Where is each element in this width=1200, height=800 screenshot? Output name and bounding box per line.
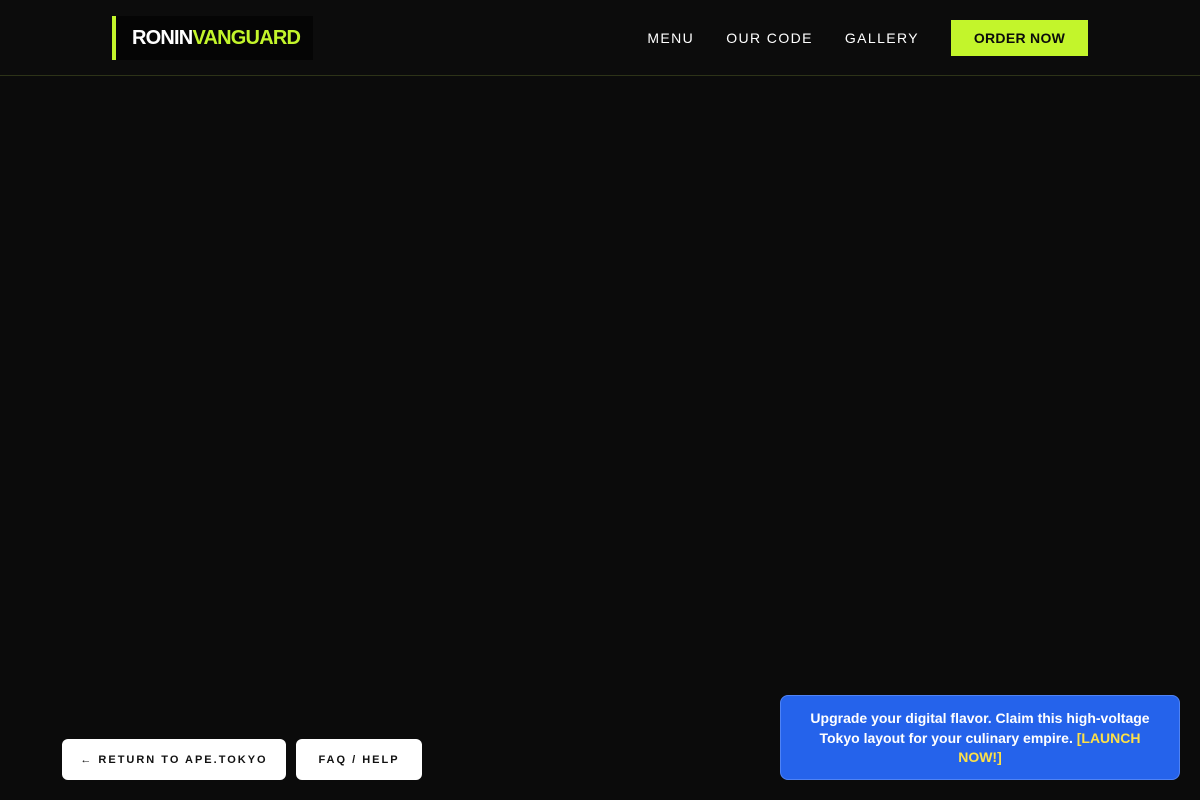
promo-banner: Upgrade your digital flavor. Claim this … — [780, 695, 1180, 780]
logo-text-vanguard: VANGUARD — [192, 26, 301, 49]
order-now-button[interactable]: ORDER NOW — [951, 20, 1088, 56]
nav-link-menu[interactable]: MENU — [647, 30, 694, 46]
main-nav: MENU OUR CODE GALLERY ORDER NOW — [647, 20, 1088, 56]
site-header: RONIN VANGUARD MENU OUR CODE GALLERY ORDE… — [0, 0, 1200, 76]
faq-help-button[interactable]: FAQ / HELP — [296, 739, 422, 780]
nav-link-gallery[interactable]: GALLERY — [845, 30, 919, 46]
logo-text-ronin: RONIN — [132, 26, 193, 49]
nav-link-our-code[interactable]: OUR CODE — [726, 30, 813, 46]
page: RONIN VANGUARD MENU OUR CODE GALLERY ORDE… — [0, 0, 1200, 800]
logo[interactable]: RONIN VANGUARD — [112, 16, 313, 60]
return-to-ape-tokyo-button[interactable]: ← RETURN TO APE.TOKYO — [62, 739, 286, 780]
